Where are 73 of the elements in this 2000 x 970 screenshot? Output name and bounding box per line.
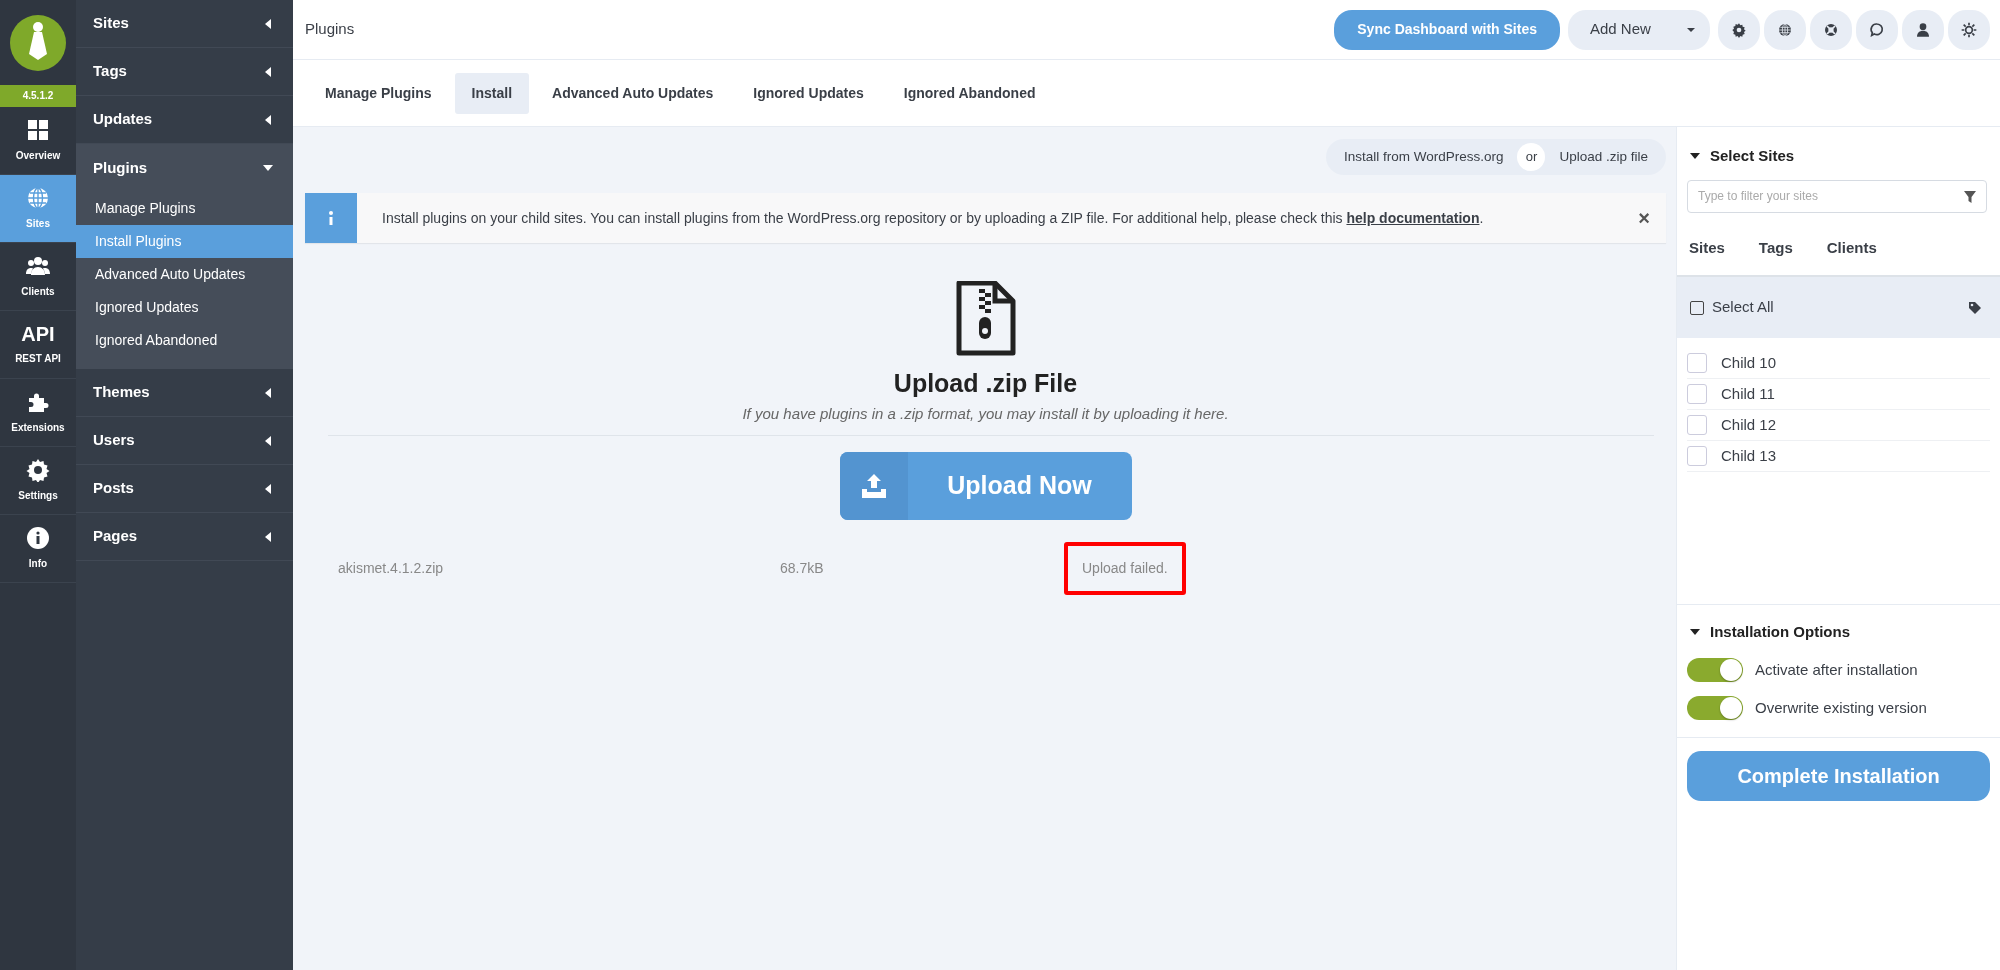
filter-icon: [1963, 189, 1977, 204]
nav-subitem[interactable]: Manage Plugins: [76, 192, 293, 225]
option-label: Overwrite existing version: [1755, 697, 1927, 718]
sun-icon: [1961, 21, 1977, 38]
caret-down-icon: [263, 163, 273, 173]
zip-file-icon: [954, 281, 1017, 357]
file-size: 68.7kB: [780, 559, 825, 578]
grid-icon: [26, 118, 50, 142]
separator-label: or: [1517, 143, 1546, 171]
site-row[interactable]: Child 12: [1687, 410, 1990, 441]
select-all-row[interactable]: Select All: [1677, 275, 2000, 338]
tab[interactable]: Ignored Abandoned: [886, 72, 1053, 114]
nav-item[interactable]: Sites: [76, 0, 293, 48]
user-icon: [1915, 21, 1931, 38]
close-button[interactable]: ×: [1622, 203, 1666, 233]
caret-down-icon: [1690, 626, 1700, 637]
lifebuoy-icon: [1823, 21, 1839, 38]
tab[interactable]: Manage Plugins: [308, 72, 449, 114]
chat-bubble-button[interactable]: [1856, 9, 1898, 50]
globe-icon: [1777, 21, 1793, 38]
nav-item[interactable]: Plugins: [76, 144, 293, 192]
globe-button[interactable]: [1764, 9, 1806, 50]
upload-icon: [860, 474, 887, 498]
nav-subitem[interactable]: Ignored Updates: [76, 291, 293, 324]
option-label: Activate after installation: [1755, 659, 1918, 680]
site-row[interactable]: Child 11: [1687, 379, 1990, 410]
info-icon: [26, 526, 50, 550]
nav-item[interactable]: Tags: [76, 48, 293, 96]
people-icon: [26, 254, 50, 278]
caret-left-icon: [263, 18, 273, 29]
toggle-switch[interactable]: [1687, 696, 1743, 720]
upload-status: Upload failed.: [1064, 542, 1186, 595]
globe-icon: [26, 186, 50, 210]
caret-left-icon: [263, 66, 273, 77]
tag-icon: [1968, 300, 1982, 315]
tab[interactable]: Ignored Updates: [736, 72, 881, 114]
alert-message: Install plugins on your child sites. You can install plugins from the WordPress.org repository or by uploading a ZIP file. For additional help, please check this help documentation.: [381, 208, 1485, 228]
tab[interactable]: Clients: [1826, 236, 1877, 259]
file-name: akismet.4.1.2.zip: [337, 559, 445, 578]
user-button[interactable]: [1902, 9, 1944, 50]
section-header[interactable]: Installation Options: [1687, 620, 1990, 643]
tie-logo: [10, 14, 66, 71]
nav-subitem[interactable]: Advanced Auto Updates: [76, 258, 293, 291]
site-row[interactable]: Child 10: [1687, 348, 1990, 379]
site-row[interactable]: Child 13: [1687, 441, 1990, 472]
upload-description: If you have plugins in a .zip format, you may install it by uploading it here.: [742, 403, 1229, 424]
caret-left-icon: [263, 114, 273, 125]
sun-button[interactable]: [1948, 9, 1990, 50]
caret-left-icon: [263, 387, 273, 398]
settings-button[interactable]: [1718, 9, 1760, 50]
caret-left-icon: [263, 435, 273, 446]
page-title: Plugins: [305, 19, 355, 40]
tab[interactable]: Tags: [1758, 236, 1793, 259]
add-new-dropdown[interactable]: Add New: [1568, 9, 1710, 50]
version-label: 4.5.1.2: [0, 85, 76, 107]
upload-title: Upload .zip File: [893, 368, 1078, 399]
info-icon: [327, 210, 335, 226]
tab[interactable]: Sites: [1689, 236, 1725, 259]
caret-left-icon: [263, 483, 273, 494]
lifebuoy-button[interactable]: [1810, 9, 1852, 50]
settings-icon: [26, 458, 50, 482]
source-option[interactable]: Upload .zip file: [1545, 146, 1662, 168]
chat-bubble-icon: [1869, 21, 1885, 38]
nav-subitem[interactable]: Ignored Abandoned: [76, 324, 293, 357]
filter-field[interactable]: Type to filter your sites: [1687, 179, 1987, 213]
section-header[interactable]: Select Sites: [1677, 127, 2000, 180]
settings-icon: [1731, 21, 1747, 38]
checkbox[interactable]: [1690, 300, 1704, 315]
toggle-switch[interactable]: [1687, 658, 1743, 682]
tab[interactable]: Advanced Auto Updates: [535, 72, 731, 114]
tab[interactable]: Install: [454, 72, 530, 114]
source-option[interactable]: Install from WordPress.org: [1329, 146, 1518, 168]
caret-left-icon: [263, 531, 273, 542]
